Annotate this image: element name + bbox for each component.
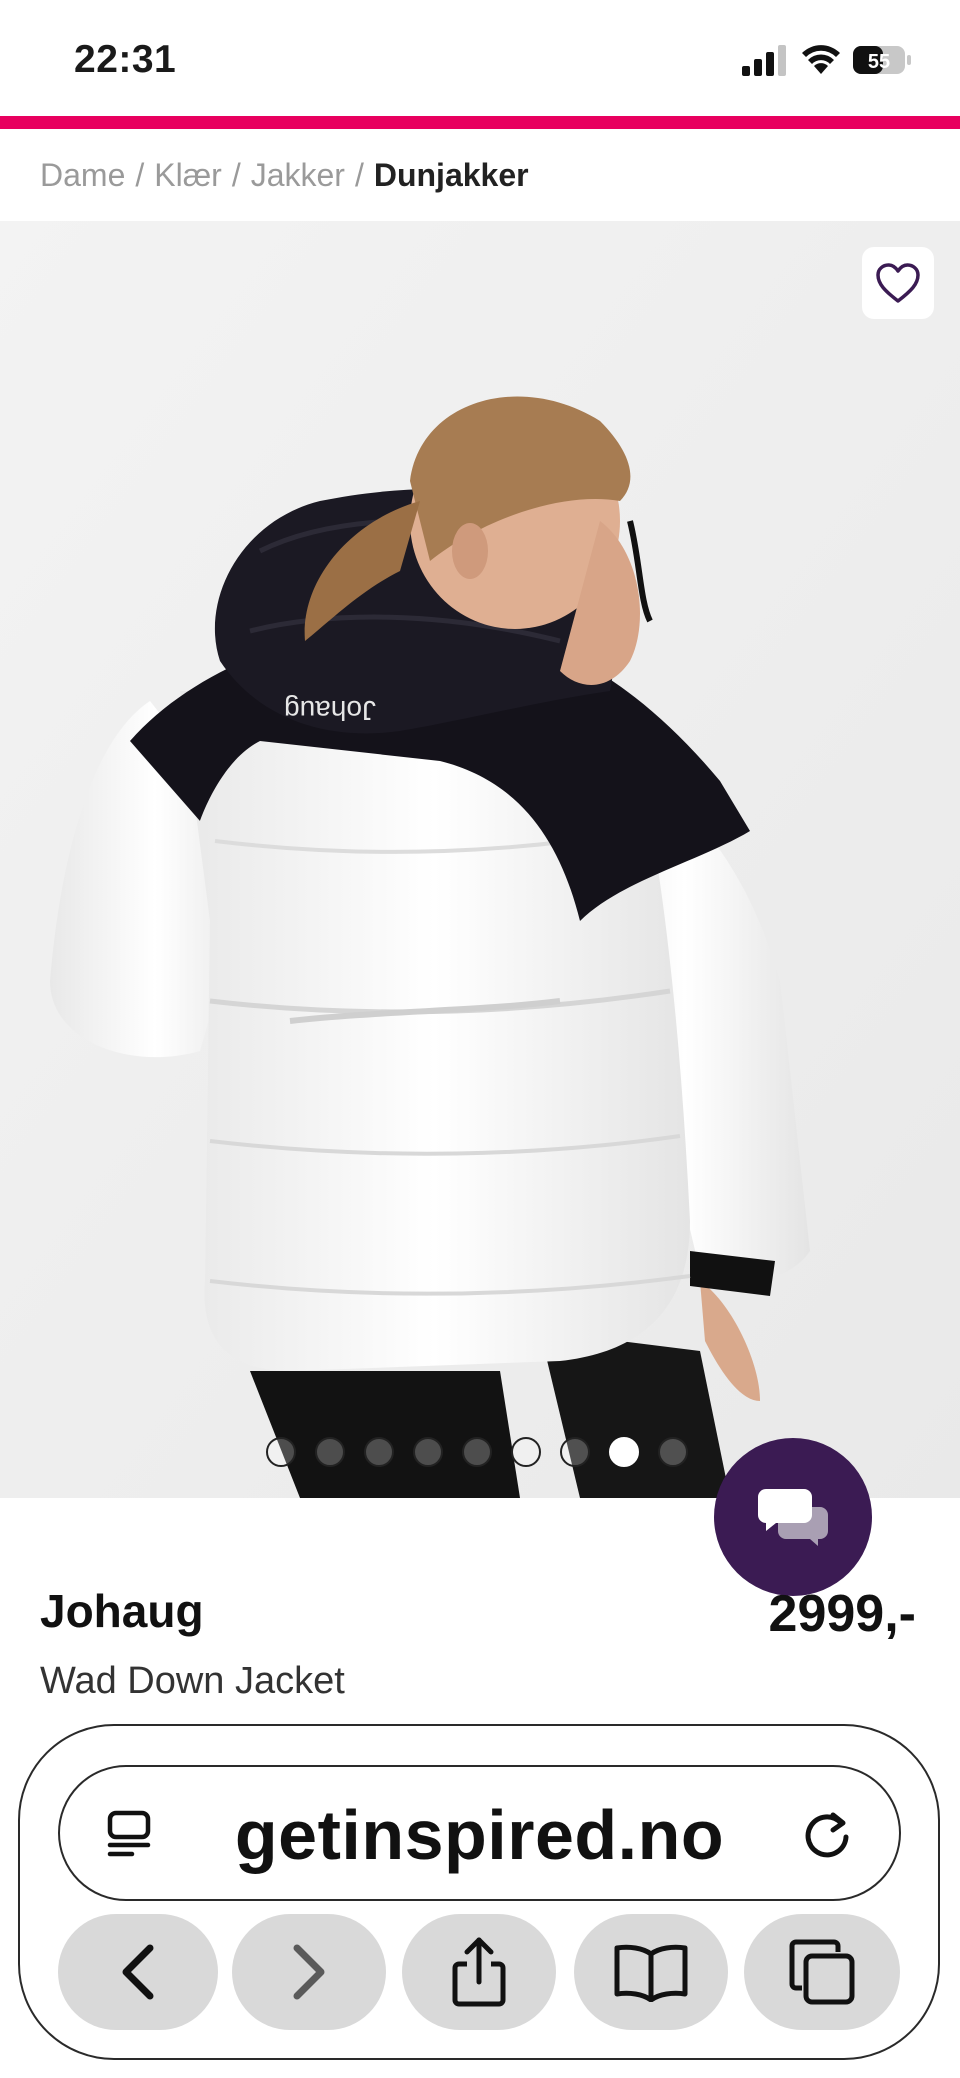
jacket-logo-print: Johaug [284,695,376,726]
breadcrumb-item-klaer[interactable]: Klær [154,157,222,194]
product-price: 2999,- [768,1585,916,1643]
status-bar: 22:31 55 [0,0,960,116]
product-brand[interactable]: Johaug [40,1584,204,1638]
address-bar[interactable]: getinspired.no [58,1765,901,1901]
breadcrumb-separator: / [354,156,364,193]
carousel-dot[interactable] [266,1437,296,1467]
url-text[interactable]: getinspired.no [60,1795,899,1875]
carousel-dot-active[interactable] [609,1437,639,1467]
breadcrumb-item-dame[interactable]: Dame [40,157,125,194]
carousel-dot[interactable] [413,1437,443,1467]
tabs-icon [789,1939,855,2005]
back-button[interactable] [58,1914,218,2030]
breadcrumb-separator: / [135,156,145,193]
share-button[interactable] [402,1914,556,2030]
breadcrumb-item-jakker[interactable]: Jakker [251,157,345,194]
reload-icon[interactable] [797,1805,857,1865]
forward-button[interactable] [232,1914,386,2030]
chat-button[interactable] [714,1438,872,1596]
tabs-button[interactable] [744,1914,900,2030]
carousel-pagination [266,1437,688,1467]
battery-icon: 55 [853,46,911,74]
book-icon [614,1944,688,2002]
heart-icon [876,263,920,303]
status-time: 22:31 [74,38,177,81]
chevron-left-icon [122,1944,154,2000]
bookmarks-button[interactable] [574,1914,728,2030]
accent-bar [0,116,960,129]
product-name: Wad Down Jacket [40,1660,345,1702]
breadcrumb-current: Dunjakker [373,156,529,193]
wifi-icon [802,45,840,74]
product-photo: Johaug [0,221,960,1498]
breadcrumb: Dame / Klær / Jakker / Dunjakker [0,129,960,221]
carousel-dot[interactable] [315,1437,345,1467]
carousel-dot[interactable] [364,1437,394,1467]
cellular-signal-icon [742,45,786,76]
share-icon [452,1937,506,2007]
breadcrumb-separator: / [231,156,241,193]
carousel-dot[interactable] [511,1437,541,1467]
carousel-dot[interactable] [462,1437,492,1467]
chevron-right-icon [293,1944,325,2000]
favorite-button[interactable] [862,247,934,319]
product-image-carousel[interactable]: Johaug [0,221,960,1498]
carousel-dot[interactable] [658,1437,688,1467]
battery-level: 55 [868,51,890,73]
chat-bubbles-icon [758,1489,828,1546]
carousel-dot[interactable] [560,1437,590,1467]
